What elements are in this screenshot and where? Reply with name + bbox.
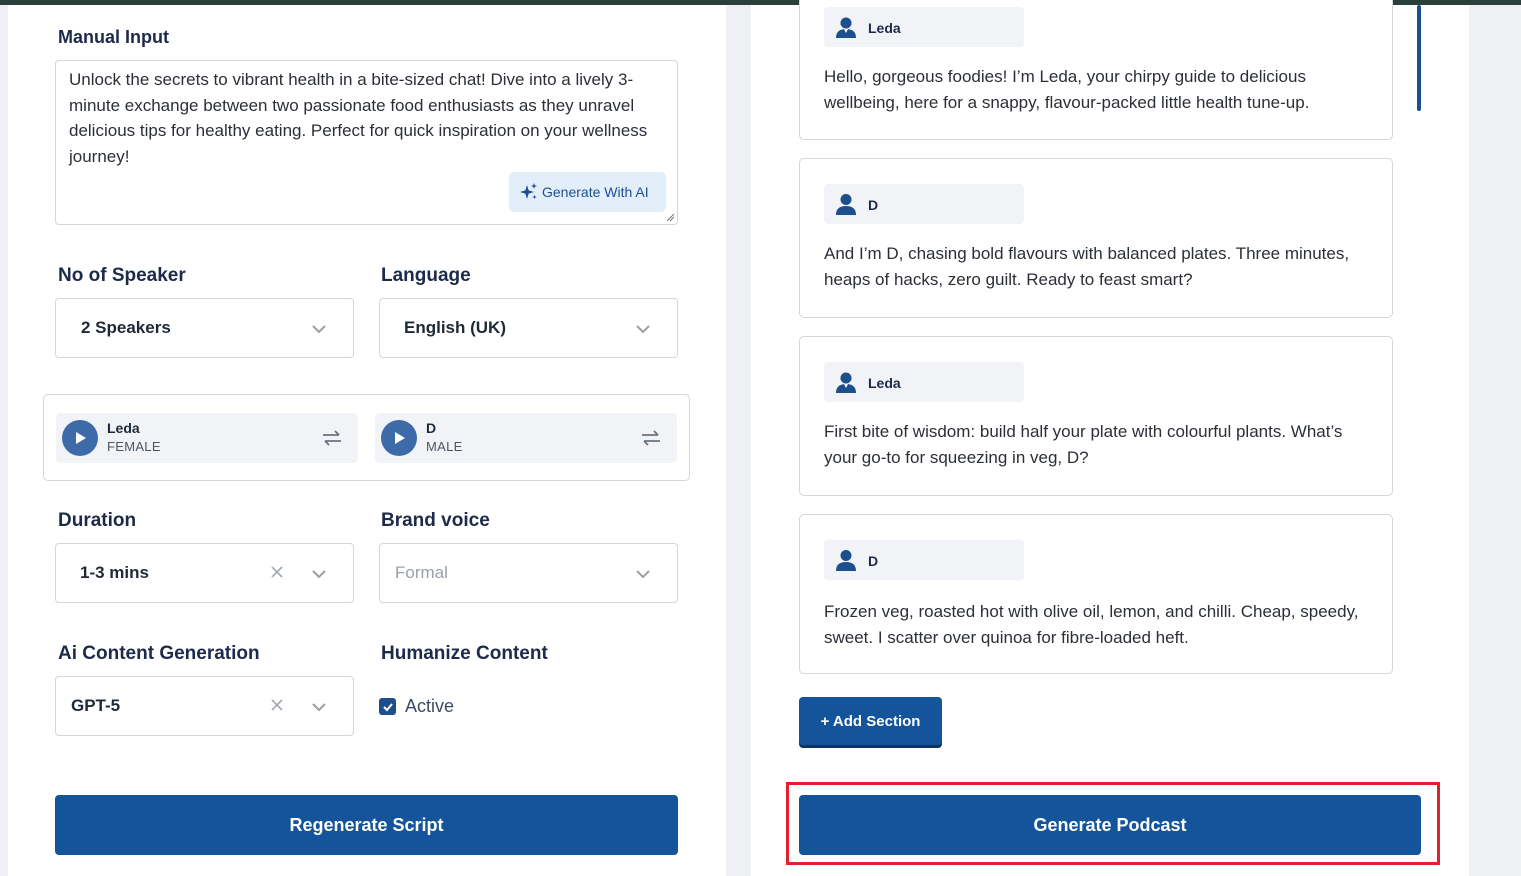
script-section-card[interactable]: D And I’m D, chasing bold flavours with …	[799, 158, 1393, 318]
voice-card-leda[interactable]: Leda FEMALE	[56, 413, 358, 463]
voice-name: D	[426, 420, 437, 436]
voice-name: Leda	[107, 420, 140, 436]
brand-voice-label: Brand voice	[381, 510, 490, 531]
chevron-down-icon	[312, 325, 326, 334]
clear-icon[interactable]	[269, 564, 285, 580]
chevron-down-icon	[312, 703, 326, 712]
humanize-option-label[interactable]: Active	[405, 696, 454, 717]
chevron-down-icon	[636, 325, 650, 334]
language-value: English (UK)	[404, 318, 506, 337]
generate-podcast-button[interactable]: Generate Podcast	[799, 795, 1421, 855]
manual-input-text[interactable]: Unlock the secrets to vibrant health in …	[69, 67, 664, 169]
sparkles-icon	[520, 183, 537, 199]
brand-voice-placeholder: Formal	[395, 563, 448, 582]
speaker-name: Leda	[868, 20, 901, 36]
language-label: Language	[381, 265, 471, 286]
duration-value: 1-3 mins	[80, 563, 149, 582]
duration-select[interactable]: 1-3 mins	[55, 543, 354, 603]
speaker-count-value: 2 Speakers	[81, 318, 171, 337]
ai-generation-label: Ai Content Generation	[58, 643, 260, 664]
generate-with-ai-label: Generate With AI	[542, 184, 649, 200]
section-text[interactable]: Frozen veg, roasted hot with olive oil, …	[824, 599, 1364, 651]
voice-card-d[interactable]: D MALE	[375, 413, 677, 463]
resize-grip-icon[interactable]	[666, 213, 675, 222]
clear-icon[interactable]	[269, 697, 285, 713]
play-button[interactable]	[381, 420, 417, 456]
chevron-down-icon	[312, 570, 326, 579]
female-user-icon	[836, 372, 856, 393]
duration-label: Duration	[58, 510, 137, 531]
speaker-count-label: No of Speaker	[58, 265, 186, 286]
play-icon	[395, 432, 405, 444]
section-text[interactable]: Hello, gorgeous foodies! I’m Leda, your …	[824, 64, 1364, 116]
speaker-name: D	[868, 553, 879, 569]
voice-selection-box: Leda FEMALE D MALE	[43, 394, 690, 481]
swap-icon[interactable]	[641, 430, 661, 446]
checkmark-icon	[382, 702, 393, 711]
swap-icon[interactable]	[322, 430, 342, 446]
scrollbar-thumb[interactable]	[1417, 5, 1421, 111]
script-section-card[interactable]: Leda First bite of wisdom: build half yo…	[799, 336, 1393, 496]
humanize-checkbox[interactable]	[379, 698, 396, 715]
manual-input-label: Manual Input	[58, 27, 169, 47]
generate-with-ai-button[interactable]: Generate With AI	[509, 172, 666, 212]
ai-model-value: GPT-5	[71, 696, 121, 715]
ai-model-select[interactable]: GPT-5	[55, 676, 354, 736]
section-text[interactable]: And I’m D, chasing bold flavours with ba…	[824, 241, 1364, 293]
speaker-name: D	[868, 197, 879, 213]
language-select[interactable]: English (UK)	[379, 298, 678, 358]
speaker-chip[interactable]: D	[824, 540, 1024, 580]
script-section-card[interactable]: Leda Hello, gorgeous foodies! I’m Leda, …	[799, 0, 1393, 140]
female-user-icon	[836, 17, 856, 38]
male-user-icon	[836, 550, 856, 571]
voice-gender: FEMALE	[107, 439, 161, 454]
play-icon	[76, 432, 86, 444]
speaker-chip[interactable]: Leda	[824, 362, 1024, 402]
play-button[interactable]	[62, 420, 98, 456]
speaker-chip[interactable]: Leda	[824, 7, 1024, 47]
add-section-button[interactable]: + Add Section	[799, 697, 942, 745]
regenerate-script-button[interactable]: Regenerate Script	[55, 795, 678, 855]
brand-voice-select[interactable]: Formal	[379, 543, 678, 603]
humanize-label: Humanize Content	[381, 643, 548, 664]
speaker-name: Leda	[868, 375, 901, 391]
speaker-count-select[interactable]: 2 Speakers	[55, 298, 354, 358]
script-section-card[interactable]: D Frozen veg, roasted hot with olive oil…	[799, 514, 1393, 674]
speaker-chip[interactable]: D	[824, 184, 1024, 224]
chevron-down-icon	[636, 570, 650, 579]
section-text[interactable]: First bite of wisdom: build half your pl…	[824, 419, 1364, 471]
voice-gender: MALE	[426, 439, 463, 454]
male-user-icon	[836, 194, 856, 215]
